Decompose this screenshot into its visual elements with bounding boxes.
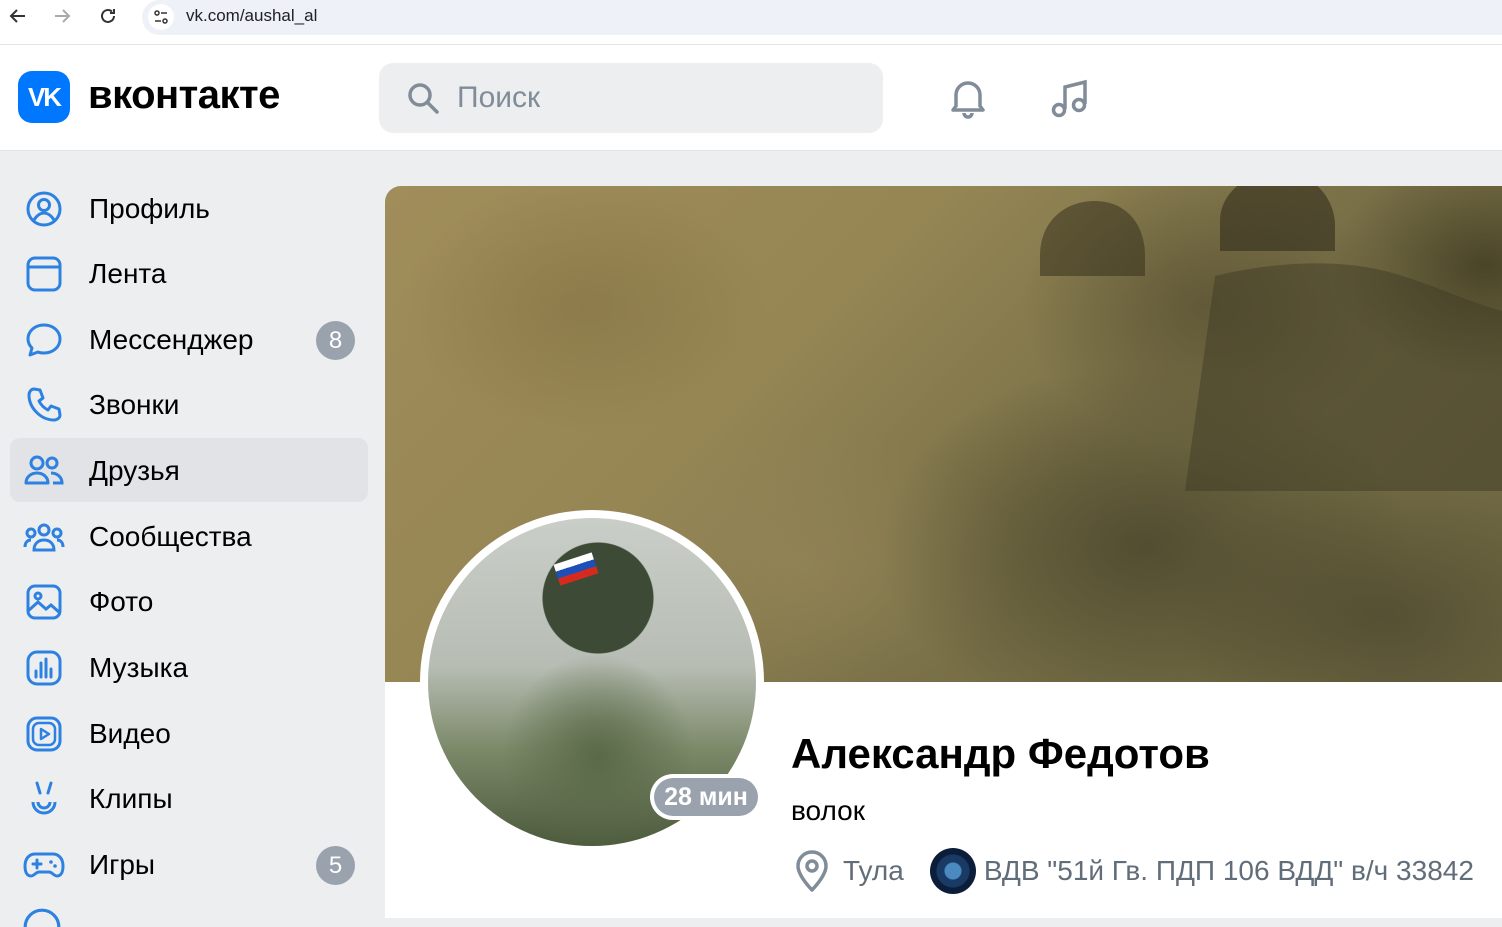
site-settings-icon[interactable] [148,4,174,30]
sidebar-item-label: Мессенджер [89,324,254,355]
communities-icon [22,517,66,557]
unread-badge: 8 [316,321,355,360]
last-seen-text: 28 мин [654,778,758,816]
music-note-icon[interactable] [1046,73,1096,123]
sidebar-item-games[interactable]: Игры 5 [10,832,368,896]
sidebar-item-calls[interactable]: Звонки [10,372,368,436]
clips-icon [22,779,66,819]
video-icon [22,714,66,754]
profile-group-link[interactable]: ВДВ "51й Гв. ПДП 106 ВДД" в/ч 33842 [984,855,1474,887]
sidebar-item-label: Музыка [89,652,189,683]
back-arrow-icon[interactable] [5,3,31,29]
sidebar-item-friends[interactable]: Друзья [10,438,368,502]
reload-icon[interactable] [95,3,121,29]
sidebar-item-label: Лента [89,258,167,289]
search-box[interactable] [379,63,883,133]
sidebar-item-label: Фото [89,586,154,617]
sidebar-item-label: Игры [89,849,156,880]
browser-toolbar: vk.com/aushal_al [0,0,1502,45]
profile-icon [22,189,66,229]
search-icon [405,80,441,121]
last-seen-badge: 28 мин [650,774,762,820]
sidebar-item-music[interactable]: Музыка [10,635,368,699]
flag-patch [553,552,599,586]
sidebar-item-messenger[interactable]: Мессенджер 8 [10,307,368,371]
sidebar-item-clips[interactable]: Клипы [10,766,368,830]
url-text: vk.com/aushal_al [186,6,318,25]
profile-info-row: Тула ВДВ "51й Гв. ПДП 106 ВДД" в/ч 33842 [791,848,1474,894]
profile-status: волок [791,795,865,826]
sidebar-item-label: Звонки [89,389,180,420]
sidebar-item-video[interactable]: Видео [10,701,368,765]
bell-icon[interactable] [943,73,993,123]
sidebar-item-communities[interactable]: Сообщества [10,504,368,568]
messenger-icon [22,320,66,360]
photo-icon [22,582,66,622]
sidebar-item-label: Профиль [89,193,210,224]
sidebar-item-photo[interactable]: Фото [10,569,368,633]
sidebar-item-label: Видео [89,718,171,749]
vk-header: VK вконтакте [0,45,1502,151]
group-avatar-icon[interactable] [929,848,976,894]
music-icon [22,648,66,688]
left-sidebar: Профиль Лента Мессенджер 8 Звонки Друзья… [0,151,384,927]
brand-wordmark[interactable]: вконтакте [88,73,280,118]
sidebar-item-feed[interactable]: Лента [10,241,368,305]
sidebar-item-label: Сообщества [89,521,252,552]
sidebar-item-label: Клипы [89,783,173,814]
feed-icon [22,254,66,294]
location-pin-icon [791,848,833,894]
gamepad-icon [22,845,66,885]
friends-icon [22,451,66,491]
profile-city[interactable]: Тула [843,855,904,887]
vk-logo[interactable]: VK [18,71,70,123]
address-bar[interactable]: vk.com/aushal_al [142,0,1502,35]
partial-icon [22,907,66,927]
search-input[interactable] [457,77,857,119]
profile-name: Александр Федотов [791,730,1210,777]
games-badge: 5 [316,846,355,885]
phone-icon [22,385,66,425]
sidebar-item-label: Друзья [89,455,180,486]
forward-arrow-icon[interactable] [49,3,75,29]
sidebar-item-profile[interactable]: Профиль [10,176,368,240]
